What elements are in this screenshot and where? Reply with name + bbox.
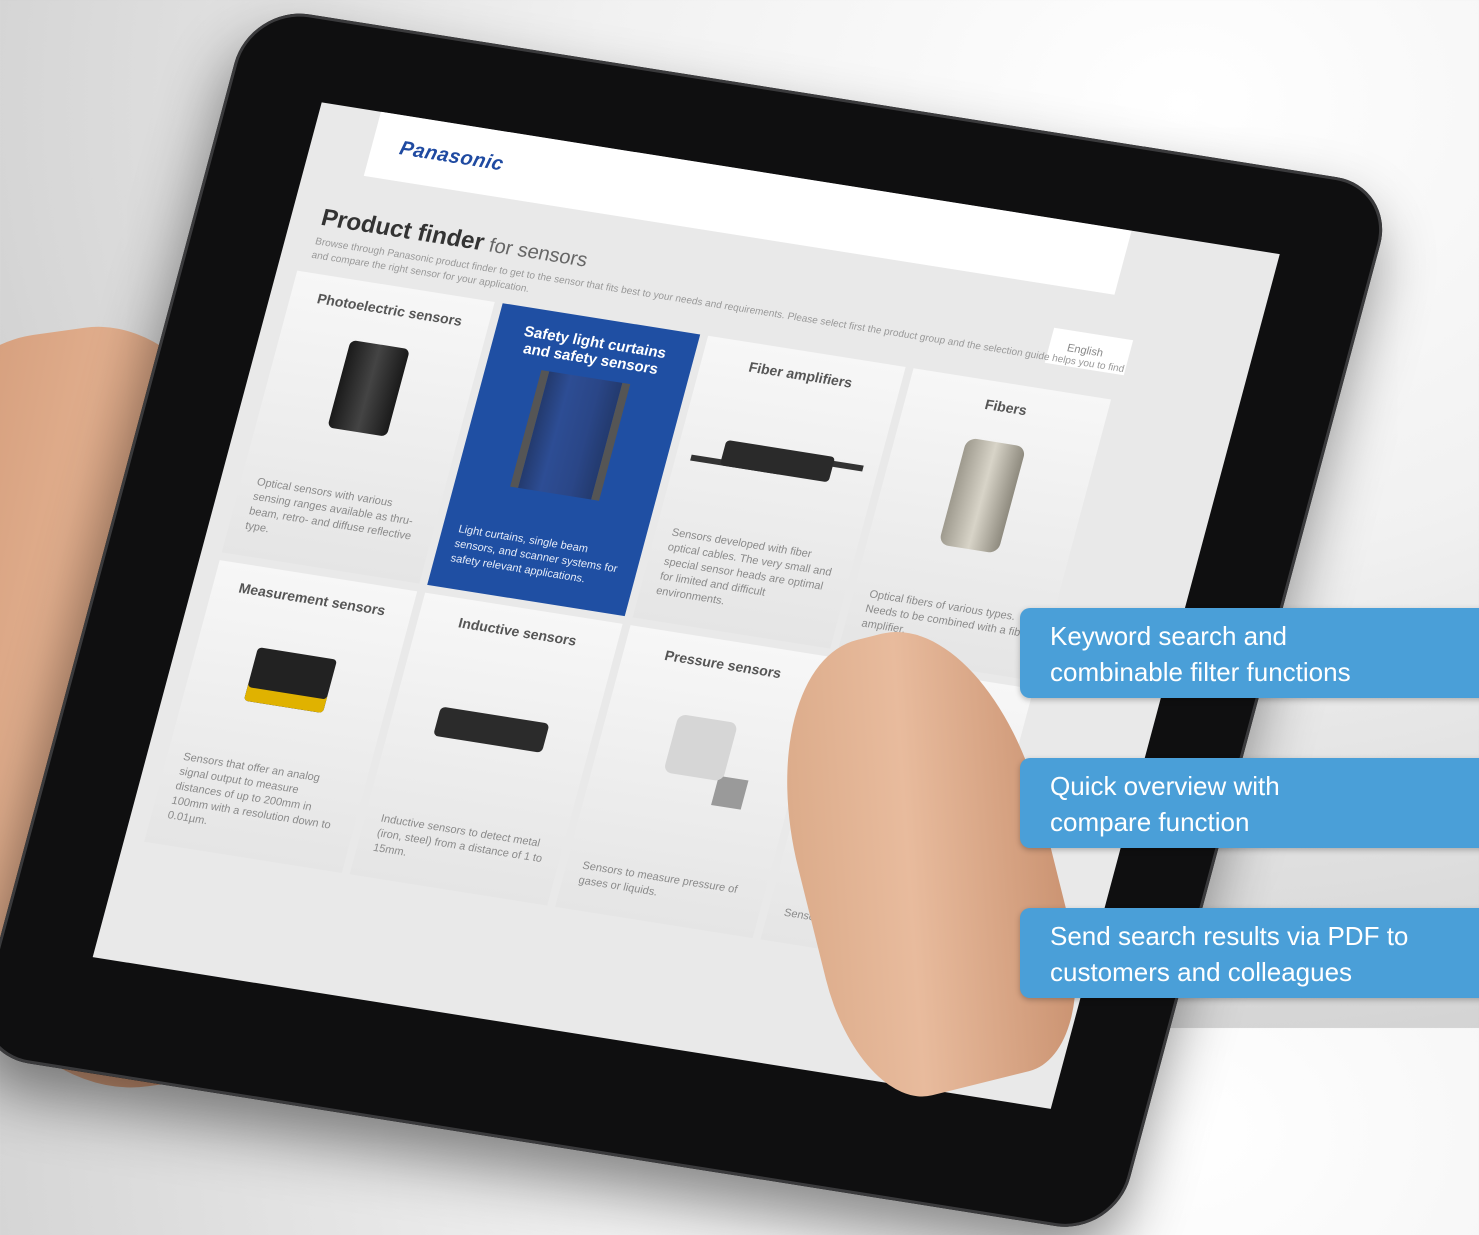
product-card-title: Safety light curtains and safety sensors xyxy=(521,323,669,379)
callout-line: compare function xyxy=(1050,807,1250,837)
inductive-sensor-icon xyxy=(433,706,550,753)
callout-line: Keyword search and xyxy=(1050,621,1288,651)
fiber-amplifier-icon xyxy=(719,439,836,483)
product-card-desc: Sensors developed with fiber optical cab… xyxy=(654,526,833,608)
product-card-title: Inductive sensors xyxy=(456,614,579,649)
product-card-desc: Sensors that offer an analog signal outp… xyxy=(166,751,333,832)
product-card-title: Fiber amplifiers xyxy=(747,358,855,391)
product-card-desc: Inductive sensors to detect metal (iron,… xyxy=(371,812,544,866)
product-card-title: Fibers xyxy=(983,396,1029,419)
product-card-desc: Light curtains, single beam sensors, and… xyxy=(449,523,619,586)
callout-compare: Quick overview with compare function xyxy=(1020,758,1479,848)
callout-keyword-search: Keyword search and combinable filter fun… xyxy=(1020,608,1479,698)
callout-line: Quick overview with xyxy=(1050,771,1280,801)
photoelectric-sensor-icon xyxy=(327,339,411,437)
callout-line: combinable filter functions xyxy=(1050,657,1351,687)
product-card-title: Measurement sensors xyxy=(237,579,388,619)
callout-pdf: Send search results via PDF to customers… xyxy=(1020,908,1479,998)
product-card-title: Photoelectric sensors xyxy=(315,290,465,329)
measurement-sensor-icon xyxy=(243,647,338,714)
product-card-desc: Sensors to measure pressure of gases or … xyxy=(577,859,739,899)
callout-line: Send search results via PDF to xyxy=(1050,921,1409,951)
pressure-sensor-icon xyxy=(663,713,739,782)
callout-line: customers and colleagues xyxy=(1050,957,1353,987)
product-card-desc: Optical sensors with various sensing ran… xyxy=(243,476,415,543)
fiber-icon xyxy=(938,437,1027,554)
light-curtain-icon xyxy=(510,370,631,501)
product-card-title: Pressure sensors xyxy=(662,647,784,682)
brand-logo[interactable]: Panasonic xyxy=(397,138,506,177)
